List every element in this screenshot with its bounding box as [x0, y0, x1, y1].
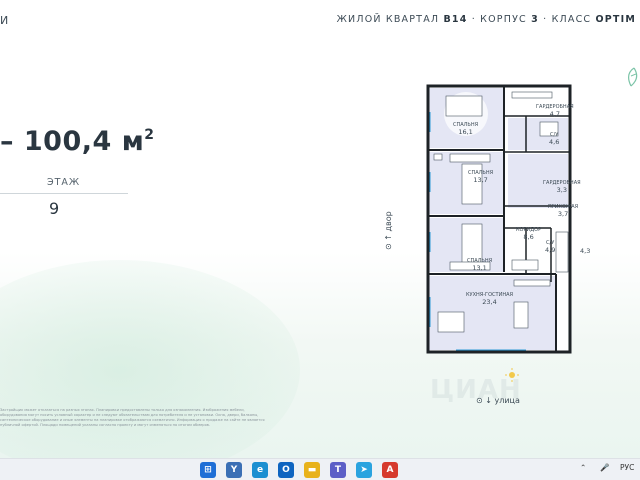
- complex-title-part: · КЛАСС: [538, 14, 596, 25]
- file-explorer-icon[interactable]: ▬: [304, 462, 320, 478]
- complex-title-part: OPTIM: [595, 14, 636, 25]
- page-title-fragment: И: [0, 14, 10, 27]
- apartment-area: – 100,4 м2: [0, 126, 155, 157]
- background-glow: [0, 260, 300, 458]
- complex-title-part: ЖИЛОЙ КВАРТАЛ: [336, 14, 444, 25]
- telegram-icon[interactable]: ➤: [356, 462, 372, 478]
- edge-browser-icon[interactable]: e: [252, 462, 268, 478]
- windows-start-icon[interactable]: ⊞: [200, 462, 216, 478]
- pdf-reader-icon[interactable]: A: [382, 462, 398, 478]
- complex-logo-icon: [628, 67, 638, 87]
- complex-title-part: 3: [531, 14, 539, 25]
- outlook-icon[interactable]: O: [278, 462, 294, 478]
- listing-page: И ЖИЛОЙ КВАРТАЛ B14 · КОРПУС 3 · КЛАСС O…: [0, 0, 640, 458]
- windows-taskbar: ⌃ 🎤 РУС ⊞ Ye O ▬ T ➤ A: [0, 458, 640, 480]
- yandex-browser-icon[interactable]: Y: [226, 462, 242, 478]
- area-unit-exponent: 2: [144, 127, 155, 143]
- complex-title: ЖИЛОЙ КВАРТАЛ B14 · КОРПУС 3 · КЛАСС OPT…: [337, 14, 636, 25]
- watermark: ЦИАН: [430, 375, 522, 405]
- teams-icon[interactable]: T: [330, 462, 346, 478]
- complex-title-part: B14: [443, 14, 468, 25]
- floor-divider: [0, 193, 128, 194]
- language-indicator[interactable]: РУС: [620, 463, 634, 472]
- floor-plan[interactable]: [416, 82, 576, 358]
- microphone-icon[interactable]: 🎤: [600, 463, 609, 472]
- disclaimer-footnote: Застройщик может отказаться на разных эт…: [0, 408, 265, 427]
- plan-room-fill: [508, 118, 568, 150]
- room-label: 4,3: [580, 248, 590, 255]
- floor-value: 9: [49, 199, 60, 218]
- plan-room-fill: [508, 154, 568, 208]
- room-area: 4,3: [580, 247, 591, 255]
- area-value: – 100,4 м: [0, 126, 145, 157]
- courtyard-direction-label: ⊙ ↑ двор: [384, 211, 393, 250]
- tray-chevron-icon[interactable]: ⌃: [580, 463, 586, 472]
- floor-label: ЭТАЖ: [47, 177, 81, 188]
- complex-title-part: · КОРПУС: [467, 14, 532, 25]
